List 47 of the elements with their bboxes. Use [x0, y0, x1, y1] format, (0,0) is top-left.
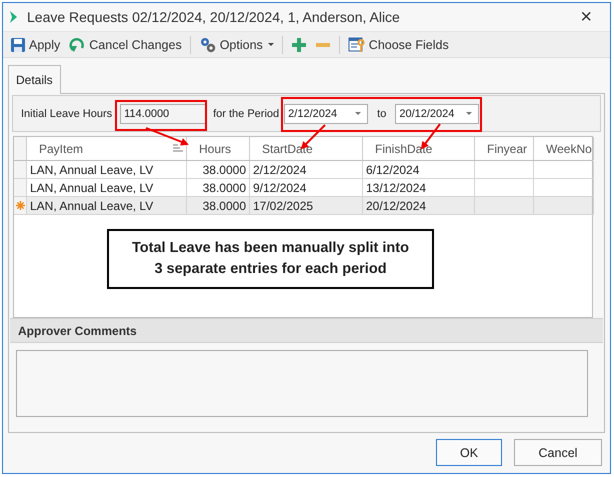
date-dropdown[interactable]: 2/12/2024	[284, 104, 368, 124]
table-cell	[475, 161, 534, 179]
save-icon	[10, 36, 26, 52]
table-cell: LAN, Annual Leave, LV	[27, 197, 187, 215]
hours-field[interactable]: 114.0000	[120, 104, 206, 124]
plus-icon[interactable]	[290, 36, 307, 52]
row-indicator[interactable]	[14, 161, 27, 179]
window-title: Leave Requests 02/12/2024, 20/12/2024, 1, Anderson, Alice	[27, 9, 401, 25]
table-cell: 17/02/2025	[250, 197, 363, 215]
date-dropdown[interactable]: 20/12/2024	[395, 104, 480, 124]
undo-icon	[68, 36, 86, 52]
table-cell: 2/12/2024	[250, 161, 363, 179]
table-cell	[475, 197, 534, 215]
arrow	[146, 127, 189, 146]
app-icon	[9, 10, 19, 24]
table-cell	[534, 161, 594, 179]
cancel-changes-button[interactable]: Cancel Changes	[66, 36, 184, 54]
table-cell: 38.0000	[187, 161, 250, 179]
row-indicator[interactable]	[14, 179, 27, 197]
options-button[interactable]: Options	[196, 36, 276, 54]
field-label: for the Period	[213, 108, 280, 120]
gears-icon	[198, 36, 217, 52]
column-header[interactable]: Hours	[187, 137, 250, 160]
column-header[interactable]: FinishDate	[363, 137, 475, 160]
callout-text: Total Leave has been manually split into 3 separate entries for each period	[107, 229, 434, 289]
table-cell: 6/12/2024	[363, 161, 475, 179]
column-header[interactable]: WeekNo	[534, 137, 594, 160]
apply-button[interactable]: Apply	[8, 36, 62, 54]
choose-fields-button[interactable]: Choose Fields	[346, 36, 451, 54]
field-label: Initial Leave Hours	[21, 108, 112, 120]
column-header[interactable]: PayItem	[39, 142, 84, 156]
comments-field[interactable]	[16, 350, 588, 417]
table-cell: 20/12/2024	[363, 197, 475, 215]
ok-button[interactable]: OK	[436, 439, 502, 466]
field-label: to	[377, 108, 386, 120]
column-header[interactable]: Finyear	[475, 137, 534, 160]
table-cell	[534, 197, 594, 215]
lines-icon	[173, 144, 183, 153]
cancel-button[interactable]: Cancel	[514, 439, 602, 466]
tab[interactable]: Details	[8, 65, 61, 94]
table-cell: 38.0000	[187, 197, 250, 215]
section-header: Approver Comments	[10, 318, 603, 343]
column-header[interactable]: StartDate	[250, 137, 363, 160]
close-button[interactable]: ×	[568, 7, 604, 27]
table-cell: LAN, Annual Leave, LV	[27, 161, 187, 179]
fields-icon	[348, 36, 366, 52]
row-indicator[interactable]	[14, 197, 27, 215]
